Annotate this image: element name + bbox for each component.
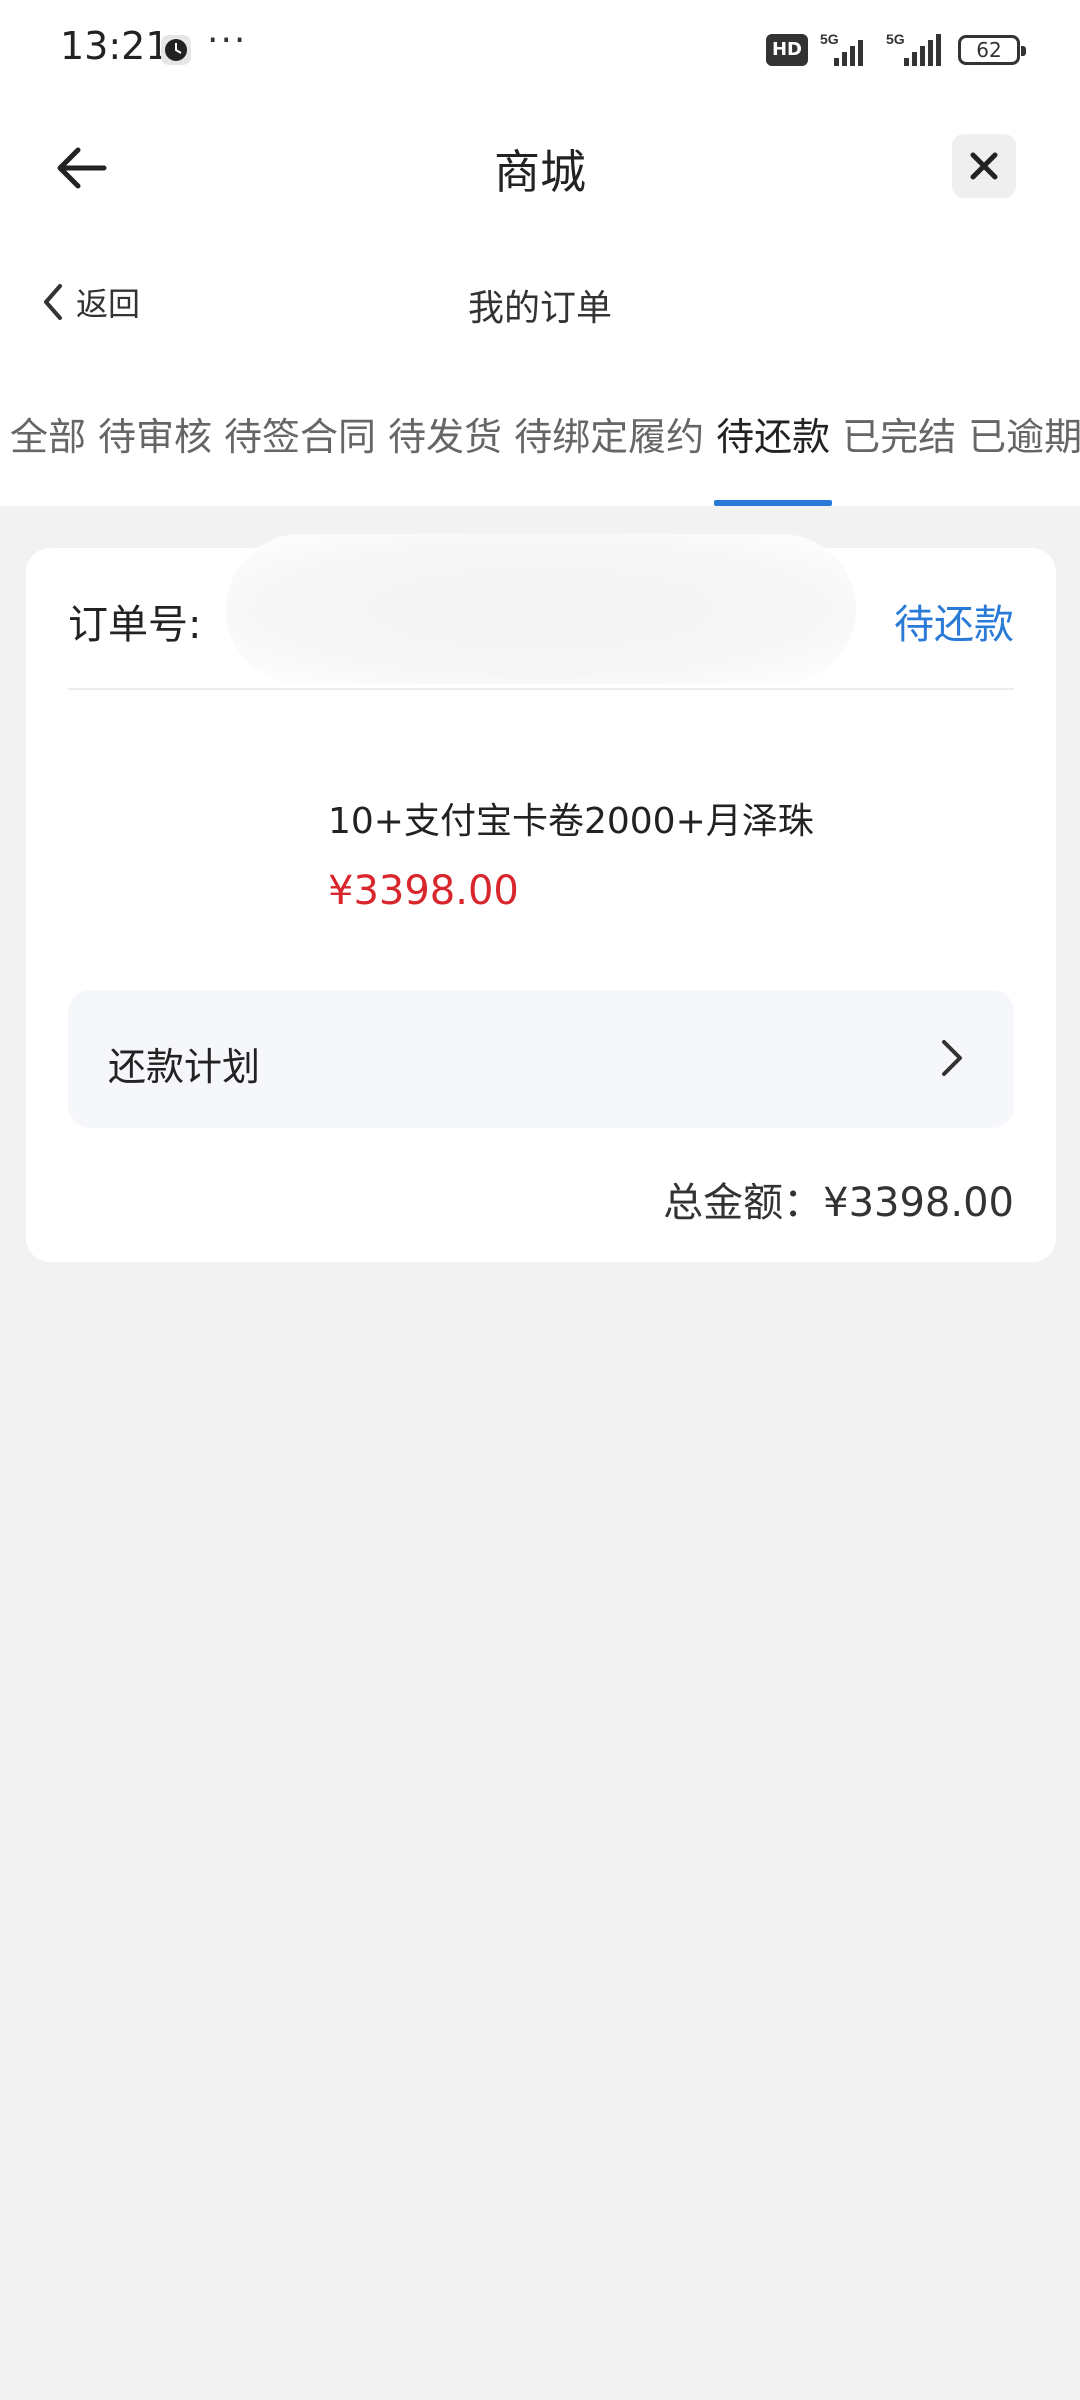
tab-pending-shipment[interactable]: 待发货 xyxy=(382,370,508,506)
battery-icon: 62 xyxy=(958,35,1026,65)
order-status-tabs: 全部 待审核 待签合同 待发货 待绑定履约 待还款 已完结 已逾期 xyxy=(0,370,1080,506)
tab-completed[interactable]: 已完结 xyxy=(836,370,962,506)
redacted-area xyxy=(226,534,856,684)
hd-badge: HD xyxy=(765,34,808,66)
divider xyxy=(68,688,1014,690)
back-label: 返回 xyxy=(76,285,141,323)
order-status-badge: 待还款 xyxy=(894,602,1014,648)
order-number-label: 订单号: xyxy=(68,602,202,648)
product-name: 10+支付宝卡卷2000+月泽珠 xyxy=(328,801,814,842)
close-button[interactable] xyxy=(952,134,1016,198)
status-time: 13:21 xyxy=(60,24,170,68)
total-amount: 总金额：¥3398.00 xyxy=(663,1180,1014,1226)
close-icon xyxy=(970,152,998,180)
chevron-right-icon xyxy=(942,1040,962,1076)
status-indicators: HD 5G 5G 62 xyxy=(765,30,1026,70)
page-title: 我的订单 xyxy=(467,288,612,329)
signal-5g-icon-2: 5G xyxy=(886,31,941,66)
app-bar: 商城 xyxy=(0,100,1080,235)
clock-icon xyxy=(161,35,191,65)
repayment-plan-row[interactable]: 还款计划 xyxy=(68,990,1014,1128)
svg-text:5G: 5G xyxy=(886,31,905,47)
battery-level: 62 xyxy=(976,38,1002,62)
back-link[interactable]: 返回 xyxy=(40,280,140,324)
status-bar: 13:21 ··· HD 5G 5G 62 xyxy=(0,0,1080,100)
tab-pending-repayment[interactable]: 待还款 xyxy=(710,370,836,506)
product-price: ¥3398.00 xyxy=(328,868,519,914)
tab-pending-contract[interactable]: 待签合同 xyxy=(218,370,382,506)
back-arrow-icon[interactable] xyxy=(52,138,112,198)
tab-all[interactable]: 全部 xyxy=(4,370,92,506)
tab-pending-review[interactable]: 待审核 xyxy=(92,370,218,506)
sub-header: 返回 我的订单 xyxy=(0,235,1080,370)
app-title: 商城 xyxy=(494,145,586,199)
signal-5g-icon: 5G xyxy=(820,31,863,66)
svg-text:5G: 5G xyxy=(820,31,839,47)
repayment-plan-label: 还款计划 xyxy=(108,1045,261,1089)
tab-overdue[interactable]: 已逾期 xyxy=(962,370,1080,506)
more-notifications-icon: ··· xyxy=(207,20,248,61)
tab-pending-binding[interactable]: 待绑定履约 xyxy=(508,370,710,506)
chevron-left-icon xyxy=(44,284,62,320)
order-card[interactable]: 订单号: 待还款 10+支付宝卡卷2000+月泽珠 ¥3398.00 还款计划 … xyxy=(26,534,1056,1262)
active-tab-indicator xyxy=(714,500,833,506)
